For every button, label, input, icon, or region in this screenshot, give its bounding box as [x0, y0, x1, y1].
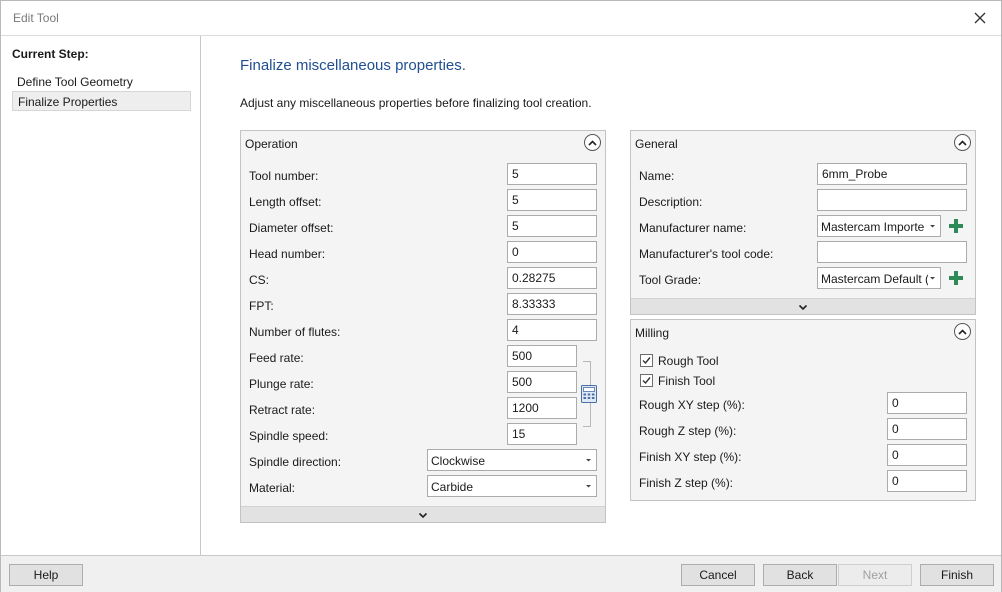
- chevron-down-icon: [798, 300, 808, 314]
- milling-collapse-icon[interactable]: [954, 323, 971, 340]
- cancel-button[interactable]: Cancel: [681, 564, 755, 586]
- tool-number-label: Tool number:: [249, 169, 319, 183]
- title-bar: Edit Tool: [1, 1, 1001, 35]
- tool-grade-value: Mastercam Default (: [821, 272, 930, 286]
- operation-group-title: Operation: [245, 137, 298, 151]
- help-button[interactable]: Help: [9, 564, 83, 586]
- diameter-offset-label: Diameter offset:: [249, 221, 334, 235]
- head-number-input[interactable]: [507, 241, 597, 263]
- description-input[interactable]: [817, 189, 967, 211]
- next-button[interactable]: Next: [838, 564, 912, 586]
- main-content: Finalize miscellaneous properties. Adjus…: [202, 36, 1001, 555]
- plunge-rate-label: Plunge rate:: [249, 377, 314, 391]
- spindle-speed-input[interactable]: [507, 423, 577, 445]
- page-description: Adjust any miscellaneous properties befo…: [240, 96, 592, 110]
- rough-z-step-input[interactable]: [887, 418, 967, 440]
- name-label: Name:: [639, 169, 675, 183]
- number-of-flutes-label: Number of flutes:: [249, 325, 341, 339]
- milling-group-title: Milling: [635, 326, 670, 340]
- rough-xy-step-label: Rough XY step (%):: [639, 398, 745, 412]
- material-value: Carbide: [431, 480, 474, 494]
- rough-xy-step-input[interactable]: [887, 392, 967, 414]
- rough-tool-label: Rough Tool: [658, 354, 719, 368]
- spindle-speed-label: Spindle speed:: [249, 429, 329, 443]
- manufacturer-name-label: Manufacturer name:: [639, 221, 747, 235]
- milling-group: Milling Rough Tool Finish Tool Rough XY …: [630, 319, 976, 501]
- cs-label: CS:: [249, 273, 270, 287]
- rough-tool-checkbox[interactable]: Rough Tool: [640, 353, 760, 369]
- general-group-title: General: [635, 137, 678, 151]
- edit-tool-dialog: Edit Tool Current Step: Define Tool Geom…: [0, 0, 1002, 592]
- diameter-offset-input[interactable]: [507, 215, 597, 237]
- manufacturer-name-select[interactable]: Mastercam Importe: [817, 215, 941, 237]
- add-manufacturer-icon[interactable]: [948, 218, 964, 234]
- plunge-rate-input[interactable]: [507, 371, 577, 393]
- fpt-label: FPT:: [249, 299, 274, 313]
- close-icon[interactable]: [969, 7, 991, 29]
- retract-rate-input[interactable]: [507, 397, 577, 419]
- spindle-direction-label: Spindle direction:: [249, 455, 342, 469]
- spindle-direction-value: Clockwise: [431, 454, 486, 468]
- tool-number-input[interactable]: [507, 163, 597, 185]
- steps-panel: Current Step: Define Tool Geometry Final…: [1, 36, 201, 555]
- general-group: General Name: Description: Manufacturer …: [630, 130, 976, 315]
- number-of-flutes-input[interactable]: [507, 319, 597, 341]
- name-input[interactable]: [817, 163, 967, 185]
- length-offset-input[interactable]: [507, 189, 597, 211]
- finish-tool-checkbox[interactable]: Finish Tool: [640, 373, 760, 389]
- chevron-down-icon: [418, 508, 428, 522]
- window-title: Edit Tool: [13, 11, 59, 25]
- chevron-down-icon: [584, 479, 593, 496]
- finish-z-step-label: Finish Z step (%):: [639, 476, 734, 490]
- feed-rate-label: Feed rate:: [249, 351, 304, 365]
- manufacturer-name-value: Mastercam Importe: [821, 220, 925, 234]
- fpt-input[interactable]: [507, 293, 597, 315]
- length-offset-label: Length offset:: [249, 195, 322, 209]
- step-define-tool-geometry[interactable]: Define Tool Geometry: [12, 72, 191, 92]
- finish-tool-label: Finish Tool: [658, 374, 716, 388]
- finish-button[interactable]: Finish: [920, 564, 994, 586]
- finish-xy-step-label: Finish XY step (%):: [639, 450, 742, 464]
- feed-rate-input[interactable]: [507, 345, 577, 367]
- page-title: Finalize miscellaneous properties.: [240, 57, 466, 74]
- check-icon: [640, 354, 653, 367]
- retract-rate-label: Retract rate:: [249, 403, 316, 417]
- rough-z-step-label: Rough Z step (%):: [639, 424, 737, 438]
- material-select[interactable]: Carbide: [427, 475, 597, 497]
- cs-input[interactable]: [507, 267, 597, 289]
- dialog-footer: Help Cancel Back Next Finish: [1, 555, 1001, 592]
- tool-grade-select[interactable]: Mastercam Default (: [817, 267, 941, 289]
- chevron-down-icon: [928, 271, 937, 288]
- tool-grade-label: Tool Grade:: [639, 273, 702, 287]
- check-icon: [640, 374, 653, 387]
- steps-heading: Current Step:: [12, 47, 89, 61]
- general-collapse-icon[interactable]: [954, 134, 971, 151]
- spindle-direction-select[interactable]: Clockwise: [427, 449, 597, 471]
- operation-group: Operation Tool number: Length offset: Di…: [240, 130, 606, 523]
- add-tool-grade-icon[interactable]: [948, 270, 964, 286]
- finish-z-step-input[interactable]: [887, 470, 967, 492]
- back-button[interactable]: Back: [763, 564, 837, 586]
- chevron-down-icon: [928, 219, 937, 236]
- step-finalize-properties[interactable]: Finalize Properties: [12, 91, 191, 111]
- general-expand-button[interactable]: [631, 298, 975, 314]
- operation-collapse-icon[interactable]: [584, 134, 601, 151]
- calculator-icon[interactable]: [581, 385, 599, 403]
- material-label: Material:: [249, 481, 296, 495]
- head-number-label: Head number:: [249, 247, 326, 261]
- chevron-down-icon: [584, 453, 593, 470]
- manufacturer-tool-code-input[interactable]: [817, 241, 967, 263]
- operation-expand-button[interactable]: [241, 506, 605, 522]
- manufacturer-tool-code-label: Manufacturer's tool code:: [639, 247, 774, 261]
- finish-xy-step-input[interactable]: [887, 444, 967, 466]
- description-label: Description:: [639, 195, 703, 209]
